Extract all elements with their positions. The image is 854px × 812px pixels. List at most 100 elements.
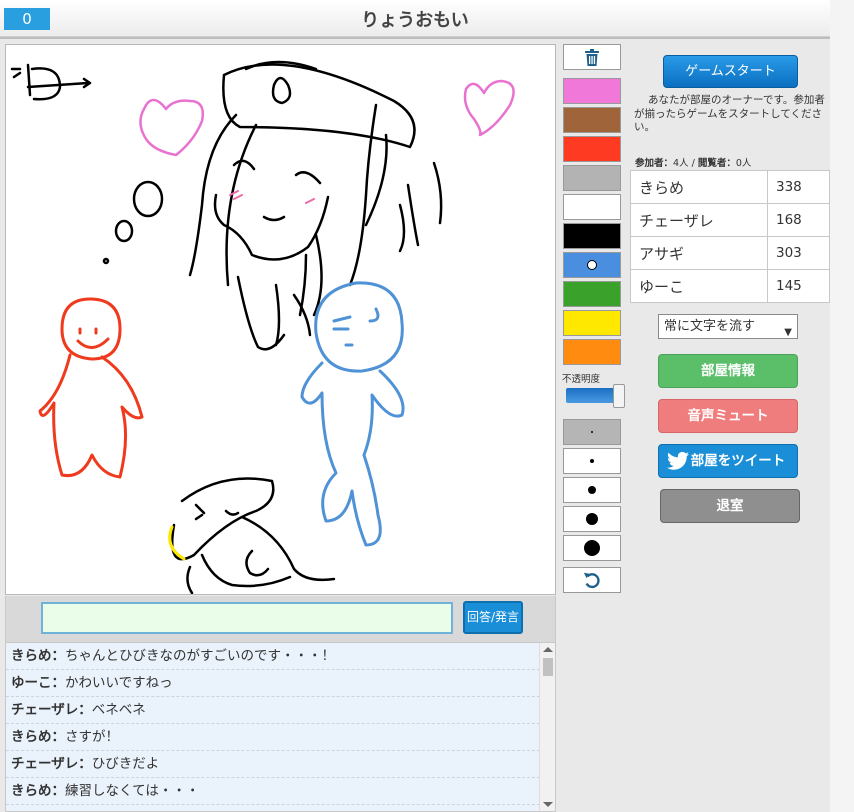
color-swatch[interactable] [563,136,621,162]
mute-button[interactable]: 音声ミュート [658,399,798,433]
blush-marks [229,190,315,204]
opacity-label: 不透明度 [562,374,601,385]
chat-scrollbar[interactable] [539,643,555,811]
color-swatch[interactable] [563,252,621,278]
color-swatch[interactable] [563,223,621,249]
doodle-corner [10,63,92,101]
room-counts: 参加者：4人 / 閲覧者：0人 [635,155,751,169]
brush-size-button[interactable] [563,477,621,503]
brush-size-button[interactable] [563,535,621,561]
undo-icon [583,572,600,589]
color-swatch[interactable] [563,165,621,191]
chat-text: ベネベネ [91,702,146,718]
chat-text: ひびきだよ [91,756,160,772]
answer-submit-button[interactable]: 回答/発言 [463,601,523,634]
player-row: チェーザレ 168 [630,203,830,237]
chat-author: ゆーこ： [11,675,65,691]
tweet-room-button[interactable]: 部屋をツイート [658,444,798,478]
scroll-down-icon[interactable] [543,802,553,807]
player-score: 168 [767,203,830,237]
chat-author: きらめ： [11,648,65,664]
girl-sketch [188,60,416,351]
color-swatch[interactable] [563,281,621,307]
chevron-down-icon: ▼ [784,327,792,338]
chat-text: かわいいですねっ [65,675,173,691]
color-swatch[interactable] [563,107,621,133]
answer-input[interactable] [41,602,453,634]
chat-message: チェーザレ：ベネベネ [6,697,540,724]
chat-log: きらめ：ちゃんとひびきなのがすごいのです・・・！ ゆーこ：かわいいですねっ チェ… [5,642,556,812]
player-score: 145 [767,269,830,303]
blue-figure [300,281,405,547]
chat-message: きらめ：ちゃんとひびきなのがすごいのです・・・！ [6,643,540,670]
trash-icon [585,49,599,66]
tweet-room-label: 部屋をツイート [690,453,786,469]
scroll-thumb[interactable] [543,658,553,676]
player-name: チェーザレ [630,203,768,237]
yellow-stroke [168,525,186,561]
chat-author: チェーザレ： [11,702,92,718]
brush-dot-icon [590,459,594,463]
color-swatch[interactable] [563,78,621,104]
room-info-button[interactable]: 部屋情報 [658,354,798,388]
pink-hearts [139,79,515,157]
chat-message: きらめ：練習しなくては・・・ [6,778,540,805]
opacity-slider[interactable] [566,384,626,409]
page-margin [830,0,854,812]
player-name: きらめ [630,170,768,204]
header-bar: 0 りょうおもい [0,0,830,37]
viewers-label: 閲覧者： [697,158,736,169]
text-stream-value: 常に文字を流す [664,319,756,334]
participants-label: 参加者： [635,158,674,169]
answer-bar: 回答/発言 [5,596,556,642]
selected-color-marker [587,260,597,270]
chat-text: ちゃんとひびきなのがすごいのです・・・！ [65,648,335,664]
chat-author: きらめ： [11,729,65,745]
room-title: りょうおもい [361,10,469,31]
player-score: 338 [767,170,830,204]
brush-size-button[interactable] [563,506,621,532]
chat-message: チェーザレ：ひびきだよ [6,751,540,778]
brush-dot-icon [591,431,593,433]
thought-bubbles [102,161,443,265]
header-divider [0,37,830,39]
twitter-bird-icon [667,451,689,470]
chat-text: 練習しなくては・・・ [65,783,200,799]
drawing-canvas[interactable] [5,44,556,595]
red-figure [38,297,144,479]
score-table: きらめ 338 チェーザレ 168 アサギ 303 ゆーこ 145 [630,170,830,303]
creature-sketch [170,477,336,594]
color-swatch[interactable] [563,310,621,336]
participants-value: 4人 [673,158,689,169]
opacity-knob[interactable] [613,384,625,408]
player-name: アサギ [630,236,768,270]
scroll-up-icon[interactable] [543,647,553,652]
player-row: ゆーこ 145 [630,269,830,303]
brush-dot-icon [586,513,598,525]
chat-text: さすが！ [65,729,119,745]
opacity-track[interactable] [566,388,619,403]
game-start-button[interactable]: ゲームスタート [663,55,798,88]
chat-author: チェーザレ： [11,756,92,772]
player-row: きらめ 338 [630,170,830,204]
color-swatch[interactable] [563,339,621,365]
player-name: ゆーこ [630,269,768,303]
clear-canvas-button[interactable] [563,44,621,70]
brush-size-button[interactable] [563,419,621,445]
brush-dot-icon [588,486,596,494]
drawing [10,60,515,594]
undo-button[interactable] [563,567,621,593]
chat-author: きらめ： [11,783,65,799]
brush-size-button[interactable] [563,448,621,474]
text-stream-select[interactable]: 常に文字を流す ▼ [658,314,798,339]
color-swatch[interactable] [563,194,621,220]
count-separator: / [688,158,698,169]
chat-message: きらめ：さすが！ [6,724,540,751]
viewers-value: 0人 [735,158,752,169]
owner-notice: あなたが部屋のオーナーです。参加者が揃ったらゲームをスタートしてください。 [634,94,825,133]
leave-room-button[interactable]: 退室 [660,489,800,523]
player-score: 303 [767,236,830,270]
brush-dot-icon [584,540,600,556]
chat-message: ゆーこ：かわいいですねっ [6,670,540,697]
player-row: アサギ 303 [630,236,830,270]
